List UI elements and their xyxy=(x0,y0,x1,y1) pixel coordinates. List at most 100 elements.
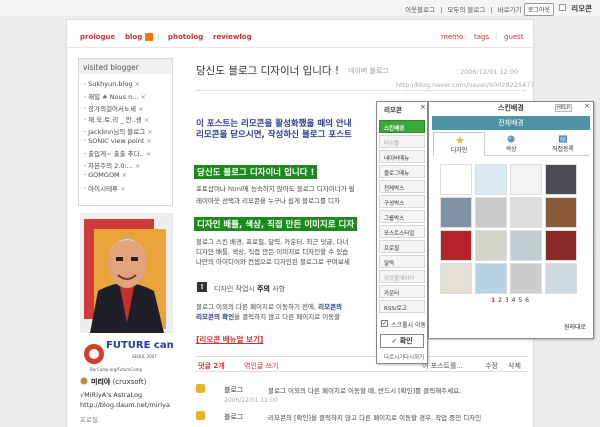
nav-tags[interactable]: tags xyxy=(474,33,489,41)
rss-icon[interactable] xyxy=(145,33,153,41)
background-thumbnail[interactable] xyxy=(510,230,542,261)
delete-link[interactable]: 삭제 xyxy=(508,361,521,371)
remove-icon[interactable]: × xyxy=(146,137,151,145)
post-category[interactable]: 네이버 블로그 xyxy=(348,66,389,76)
confirm-button[interactable]: ✓ 확인 xyxy=(380,334,424,348)
brand-label: 리모콘 xyxy=(571,4,592,13)
logo-sub: SEOUL 2007 xyxy=(132,354,157,359)
manual-link[interactable]: [리모콘 배뉴얼 보기] xyxy=(196,334,263,345)
background-thumbnail[interactable] xyxy=(510,263,542,294)
nav-photolog[interactable]: photolog xyxy=(168,33,203,41)
list-item[interactable]: · 아이시테루 × xyxy=(84,183,172,194)
background-thumbnail[interactable] xyxy=(440,263,472,294)
comment-text: 리모콘의 [확인]을 클릭하지 않고 다른 페이지로 이동할 경우, 작업 중인… xyxy=(268,414,482,422)
logout-button[interactable]: 로그아웃 xyxy=(523,3,554,16)
remove-icon[interactable]: × xyxy=(144,116,149,124)
owner-url[interactable]: http://blog.daum.net/miriya xyxy=(80,401,170,409)
nav-memo[interactable]: memo xyxy=(441,33,463,41)
background-thumbnail[interactable] xyxy=(475,197,507,228)
background-thumbnail[interactable] xyxy=(475,263,507,294)
post-intro: 리모콘을 닫으시면, 작성하신 블로그 포스트 xyxy=(196,130,352,140)
post-url[interactable]: http://blog.naver.com/naver/60028225477 xyxy=(396,81,534,89)
remocon-menu-item[interactable]: RSS/로고 xyxy=(379,300,425,313)
top-link-all[interactable]: 모두의 블로그 xyxy=(447,6,485,14)
tab-color[interactable]: 색상 xyxy=(485,132,537,156)
background-thumbnail[interactable] xyxy=(545,197,577,228)
background-thumbnail[interactable] xyxy=(545,230,577,261)
page-number[interactable]: 5 xyxy=(518,297,522,304)
top-link-neighbors[interactable]: 이웃블로그 xyxy=(405,6,435,14)
tab-design[interactable]: 디자인 xyxy=(433,132,485,156)
top-link-shortcuts[interactable]: 바로가기 xyxy=(498,6,522,14)
remocon-checkbox-icon[interactable] xyxy=(559,4,566,11)
profile-link[interactable]: 프로필 xyxy=(80,414,98,424)
nav-prologue[interactable]: prologue xyxy=(80,33,115,41)
list-item[interactable]: · GOMGOM × xyxy=(84,171,172,182)
remove-icon[interactable]: × xyxy=(147,128,152,136)
list-item[interactable]: · SONIC view point × xyxy=(84,137,172,148)
dog-icon xyxy=(80,377,88,385)
trackback-link[interactable]: 엮인글 쓰기 xyxy=(244,361,278,371)
list-item[interactable]: · 해밀 # Nous n... × xyxy=(84,91,172,102)
remocon-menu-item[interactable]: 네이버메뉴 xyxy=(379,150,425,163)
edit-link[interactable]: 수정 xyxy=(485,361,498,371)
skin-background-subtitle: 전체배경 xyxy=(432,116,590,130)
help-button[interactable]: HELP xyxy=(555,104,572,112)
commenter-name[interactable]: 블로그 xyxy=(224,412,243,422)
section-heading: 당신도 블로그 디자이너 입니다 ! xyxy=(194,165,318,179)
page-number[interactable]: 4 xyxy=(512,297,516,304)
remocon-menu-item[interactable]: 구성박스 xyxy=(379,195,425,208)
remove-icon[interactable]: × xyxy=(120,185,125,193)
page-number[interactable]: 6 xyxy=(525,297,529,304)
remocon-menu-item[interactable]: 전체박스 xyxy=(379,180,425,193)
remocon-menu-item[interactable]: 타이틀 xyxy=(379,135,425,148)
section-heading: 디자인 배틀, 색상, 직접 만든 이미지로 디자 xyxy=(194,217,358,231)
commenter-name[interactable]: 블로그 xyxy=(224,385,243,395)
undo-button[interactable]: 다르시기 xyxy=(384,353,404,361)
tab-upload[interactable]: 직접등록 xyxy=(537,132,589,156)
background-thumbnail[interactable] xyxy=(475,164,507,195)
nav-guest[interactable]: guest xyxy=(504,33,524,41)
remocon-menu-item[interactable]: 포스트스타일 xyxy=(379,225,425,238)
background-thumbnail[interactable] xyxy=(545,164,577,195)
list-item[interactable]: · Jacklinn님의 블로그 × xyxy=(84,126,172,137)
remove-icon[interactable]: × xyxy=(146,150,151,158)
remove-icon[interactable]: × xyxy=(122,171,127,179)
remocon-menu-item[interactable]: 위젯플레이어 xyxy=(379,270,425,283)
background-thumbnail[interactable] xyxy=(510,164,542,195)
page-number[interactable]: 1 xyxy=(491,297,496,304)
scrap-link[interactable]: 이 포스트를... xyxy=(422,361,463,371)
remocon-menu-item[interactable]: 달력 xyxy=(379,255,425,268)
remocon-menu-item[interactable]: 카운터 xyxy=(379,285,425,298)
future-camp-logo[interactable]: FUTURE camp SEOUL 2007 BarCamp.org/Futur… xyxy=(80,334,184,374)
list-item[interactable]: · 재.욱.토.리 _ 안..생 × xyxy=(84,114,172,125)
remove-icon[interactable]: × xyxy=(135,162,140,170)
remocon-menu-item[interactable]: 프로필 xyxy=(379,240,425,253)
background-thumbnail[interactable] xyxy=(440,164,472,195)
page-number[interactable]: 2 xyxy=(498,297,502,304)
remocon-menu-item[interactable]: 스킨배경 xyxy=(379,120,425,133)
remocon-menu-item[interactable]: 블로그메뉴 xyxy=(379,165,425,178)
comment-count[interactable]: 덧글 2개 xyxy=(198,361,225,371)
close-icon[interactable]: × xyxy=(584,102,590,110)
page-number[interactable]: 3 xyxy=(505,297,509,304)
list-item[interactable]: · 출입게~ 출출 추다.. × xyxy=(84,148,172,159)
restore-original-button[interactable]: 원래대로 xyxy=(564,322,586,331)
remove-icon[interactable]: × xyxy=(138,105,143,113)
nav-blog[interactable]: blog xyxy=(125,33,142,41)
list-item[interactable]: · Sukhyun.blog × xyxy=(84,80,172,91)
list-item[interactable]: · 자본주의 2.0:... × xyxy=(84,160,172,171)
remove-icon[interactable]: × xyxy=(134,80,139,88)
background-thumbnail[interactable] xyxy=(475,230,507,261)
background-thumbnail[interactable] xyxy=(440,230,472,261)
remove-icon[interactable]: × xyxy=(140,93,145,101)
nav-reviewlog[interactable]: reviewlog xyxy=(213,33,252,41)
remocon-menu-item[interactable]: 그룹박스 xyxy=(379,210,425,223)
background-thumbnail[interactable] xyxy=(440,197,472,228)
redo-button[interactable]: 다시하기 xyxy=(404,353,424,361)
list-item[interactable]: · 장가의걸어서노세 × xyxy=(84,103,172,114)
close-icon[interactable]: × xyxy=(420,103,426,111)
background-thumbnail[interactable] xyxy=(545,263,577,294)
scroll-follow-checkbox[interactable]: ✓ xyxy=(381,320,388,327)
background-thumbnail[interactable] xyxy=(510,197,542,228)
